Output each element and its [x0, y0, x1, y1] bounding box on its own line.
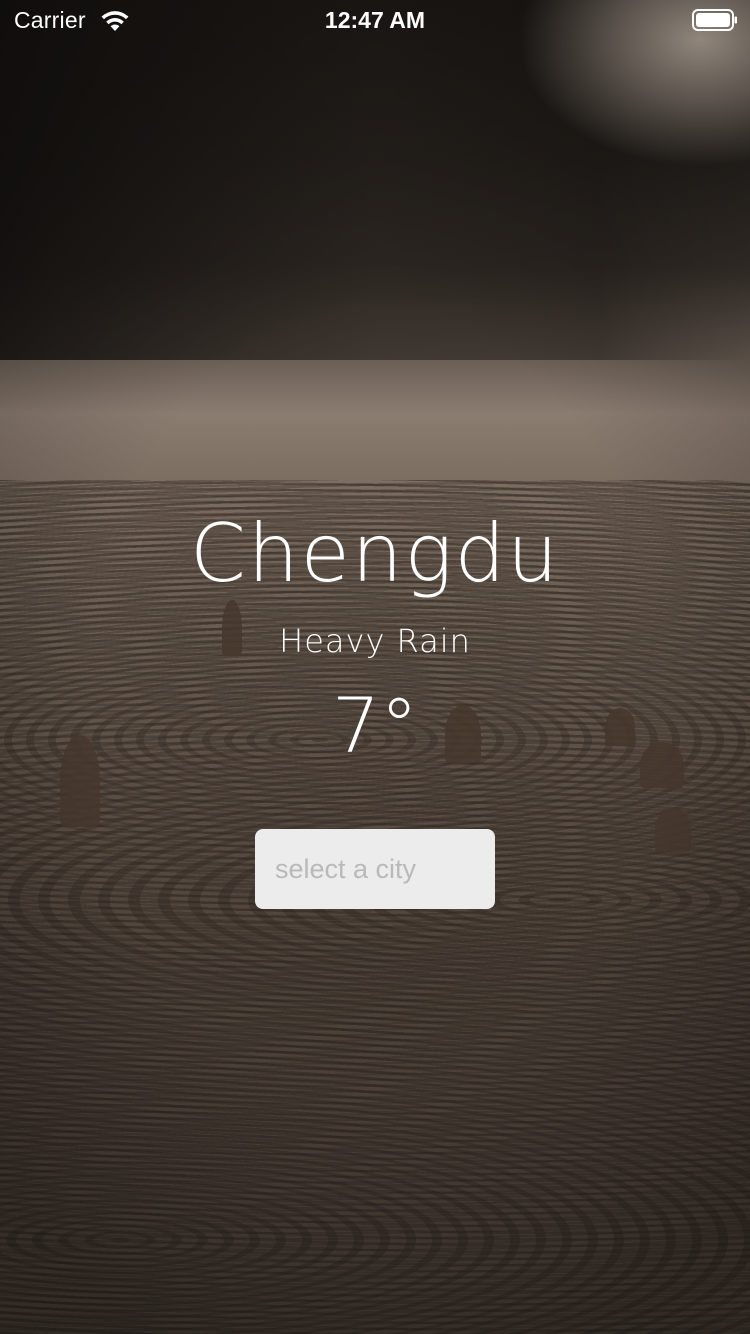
- weather-screen: Carrier 12:47 AM Chengdu Heavy Rain 7°: [0, 0, 750, 1334]
- battery-icon: [692, 9, 737, 31]
- city-search-input[interactable]: [255, 829, 495, 909]
- status-bar: Carrier 12:47 AM: [0, 0, 750, 40]
- background-vignette: [0, 0, 750, 1334]
- city-name: Chengdu: [190, 507, 560, 600]
- status-time: 12:47 AM: [324, 7, 426, 33]
- temperature: 7°: [331, 681, 419, 770]
- weather-condition: Heavy Rain: [279, 622, 471, 660]
